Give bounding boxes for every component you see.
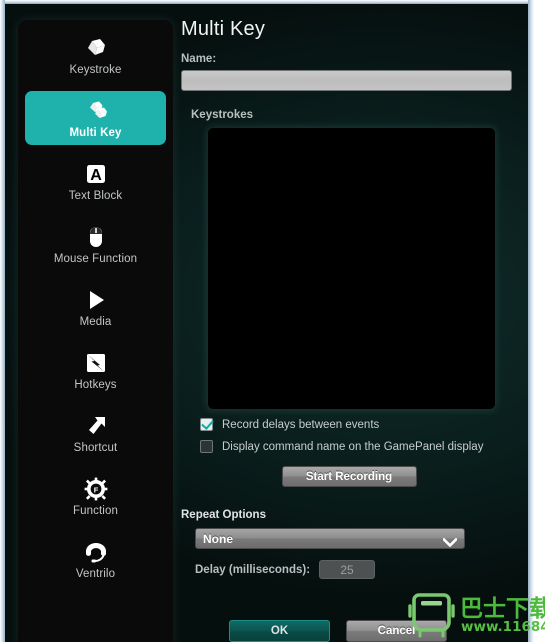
sidebar-item-label: Keystroke: [69, 63, 122, 76]
dialog-footer: OK Cancel: [229, 620, 447, 642]
sidebar-item-hotkeys[interactable]: Hotkeys: [25, 343, 166, 397]
application-window: Keystroke Multi Key A Text Block Mouse F…: [0, 0, 545, 642]
sidebar-item-shortcut[interactable]: Shortcut: [25, 406, 166, 460]
repeat-options-select[interactable]: None: [195, 528, 465, 549]
headset-icon: [84, 539, 108, 565]
repeat-options-value: None: [203, 531, 233, 546]
sidebar-item-mouse-function[interactable]: Mouse Function: [25, 217, 166, 271]
sidebar-item-label: Function: [73, 504, 118, 517]
multikey-icon: [82, 98, 110, 124]
repeat-options-label: Repeat Options: [181, 509, 266, 521]
sidebar-item-label: Ventrilo: [75, 567, 116, 580]
sidebar-item-keystroke[interactable]: Keystroke: [25, 28, 166, 82]
delay-row: Delay (milliseconds):: [195, 560, 517, 579]
name-input[interactable]: [181, 70, 512, 91]
ok-button[interactable]: OK: [229, 620, 330, 642]
svg-text:F: F: [93, 485, 98, 494]
display-command-name-checkbox-row[interactable]: Display command name on the GamePanel di…: [200, 440, 517, 453]
checkbox-unchecked-icon[interactable]: [200, 440, 213, 453]
multi-key-dialog: Keystroke Multi Key A Text Block Mouse F…: [5, 4, 528, 642]
mouse-icon: [87, 224, 105, 250]
dialog-content: Multi Key Name: Keystrokes Record delays…: [181, 18, 517, 642]
sidebar-item-label: Media: [79, 315, 112, 328]
checkbox-label: Display command name on the GamePanel di…: [222, 440, 484, 453]
sidebar-item-function[interactable]: F Function: [25, 469, 166, 523]
sidebar-item-label: Hotkeys: [74, 378, 117, 391]
sidebar-item-label: Text Block: [68, 189, 123, 202]
sidebar-item-multi-key[interactable]: Multi Key: [25, 91, 166, 145]
keycap-icon: [83, 35, 109, 61]
sidebar-item-ventrilo[interactable]: Ventrilo: [25, 532, 166, 586]
checkbox-checked-icon[interactable]: [200, 418, 213, 431]
cancel-button[interactable]: Cancel: [346, 620, 447, 642]
page-title: Multi Key: [181, 18, 266, 40]
play-icon: [84, 287, 108, 313]
arrow-up-right-icon: [84, 413, 108, 439]
delay-input[interactable]: [319, 560, 376, 579]
sidebar-item-label: Shortcut: [73, 441, 118, 454]
command-type-sidebar: Keystroke Multi Key A Text Block Mouse F…: [18, 20, 173, 642]
record-delays-checkbox-row[interactable]: Record delays between events: [200, 418, 517, 431]
keystrokes-list[interactable]: [208, 128, 495, 409]
checkbox-label: Record delays between events: [222, 418, 380, 431]
sidebar-item-label: Multi Key: [69, 126, 122, 139]
letter-a-icon: A: [85, 161, 107, 187]
sidebar-item-label: Mouse Function: [53, 252, 138, 265]
delay-label: Delay (milliseconds):: [195, 563, 311, 576]
chevron-down-icon: [442, 534, 458, 548]
start-recording-button[interactable]: Start Recording: [281, 466, 417, 487]
keystrokes-label: Keystrokes: [191, 109, 254, 121]
svg-text:A: A: [90, 167, 102, 184]
gear-f-icon: F: [84, 476, 108, 502]
name-label: Name:: [181, 53, 217, 65]
desktop-background: [534, 0, 545, 642]
sidebar-item-media[interactable]: Media: [25, 280, 166, 334]
lightning-icon: [85, 350, 107, 376]
sidebar-item-text-block[interactable]: A Text Block: [25, 154, 166, 208]
